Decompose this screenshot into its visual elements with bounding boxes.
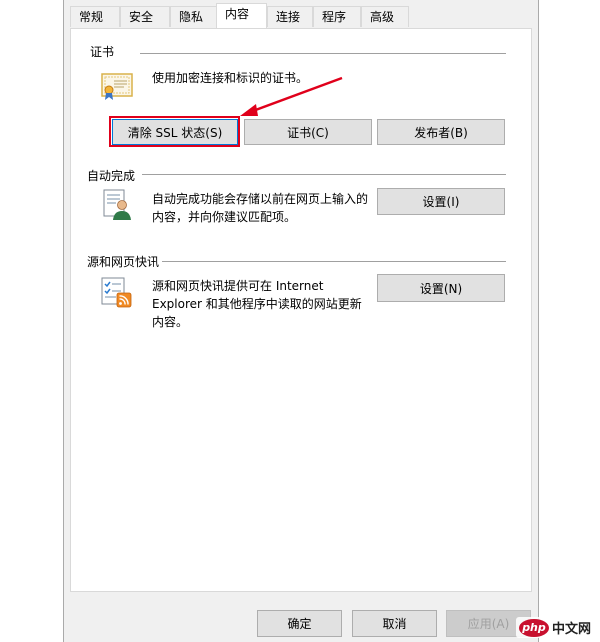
feeds-description-line: 内容。 [152, 315, 189, 329]
autocomplete-description-line: 自动完成功能会存储以前在网页上输入的 [152, 192, 369, 206]
certificates-divider [140, 53, 506, 54]
feeds-description: 源和网页快讯提供可在 Internet Explorer 和其他程序中读取的网站… [152, 277, 362, 331]
feeds-settings-button[interactable]: 设置(N) [377, 274, 505, 302]
php-logo-badge: php [518, 618, 549, 637]
autocomplete-divider [142, 174, 506, 175]
cancel-button[interactable]: 取消 [352, 610, 437, 637]
annotation-highlight-box [109, 116, 240, 147]
autocomplete-description: 自动完成功能会存储以前在网页上输入的 内容，并向你建议匹配项。 [152, 190, 368, 226]
feeds-description-line: 源和网页快讯提供可在 Internet [152, 279, 324, 293]
autocomplete-description-line: 内容，并向你建议匹配项。 [152, 210, 297, 224]
tab-general[interactable]: 常规 [70, 6, 120, 27]
feeds-title: 源和网页快讯 [87, 255, 160, 269]
watermark-text: 中文网 [551, 622, 591, 637]
autocomplete-title: 自动完成 [87, 169, 136, 183]
certificates-title: 证书 [90, 45, 115, 59]
annotation-arrow-icon [240, 76, 343, 116]
publishers-button[interactable]: 发布者(B) [377, 119, 505, 145]
tab-connections[interactable]: 连接 [267, 6, 313, 27]
tab-privacy[interactable]: 隐私 [170, 6, 220, 27]
feeds-description-line: Explorer 和其他程序中读取的网站更新 [152, 297, 362, 311]
tab-programs[interactable]: 程序 [313, 6, 361, 27]
feeds-icon [100, 276, 134, 313]
autocomplete-settings-button[interactable]: 设置(I) [377, 188, 505, 215]
autocomplete-icon [102, 188, 132, 225]
tab-advanced[interactable]: 高级 [361, 6, 409, 27]
tab-content[interactable]: 内容 [216, 3, 267, 28]
watermark-logo: php 中文网 [515, 617, 594, 638]
certificates-button[interactable]: 证书(C) [244, 119, 372, 145]
ok-button[interactable]: 确定 [257, 610, 342, 637]
tab-security[interactable]: 安全 [120, 6, 170, 27]
feeds-divider [162, 261, 506, 262]
certificate-icon [100, 70, 134, 107]
